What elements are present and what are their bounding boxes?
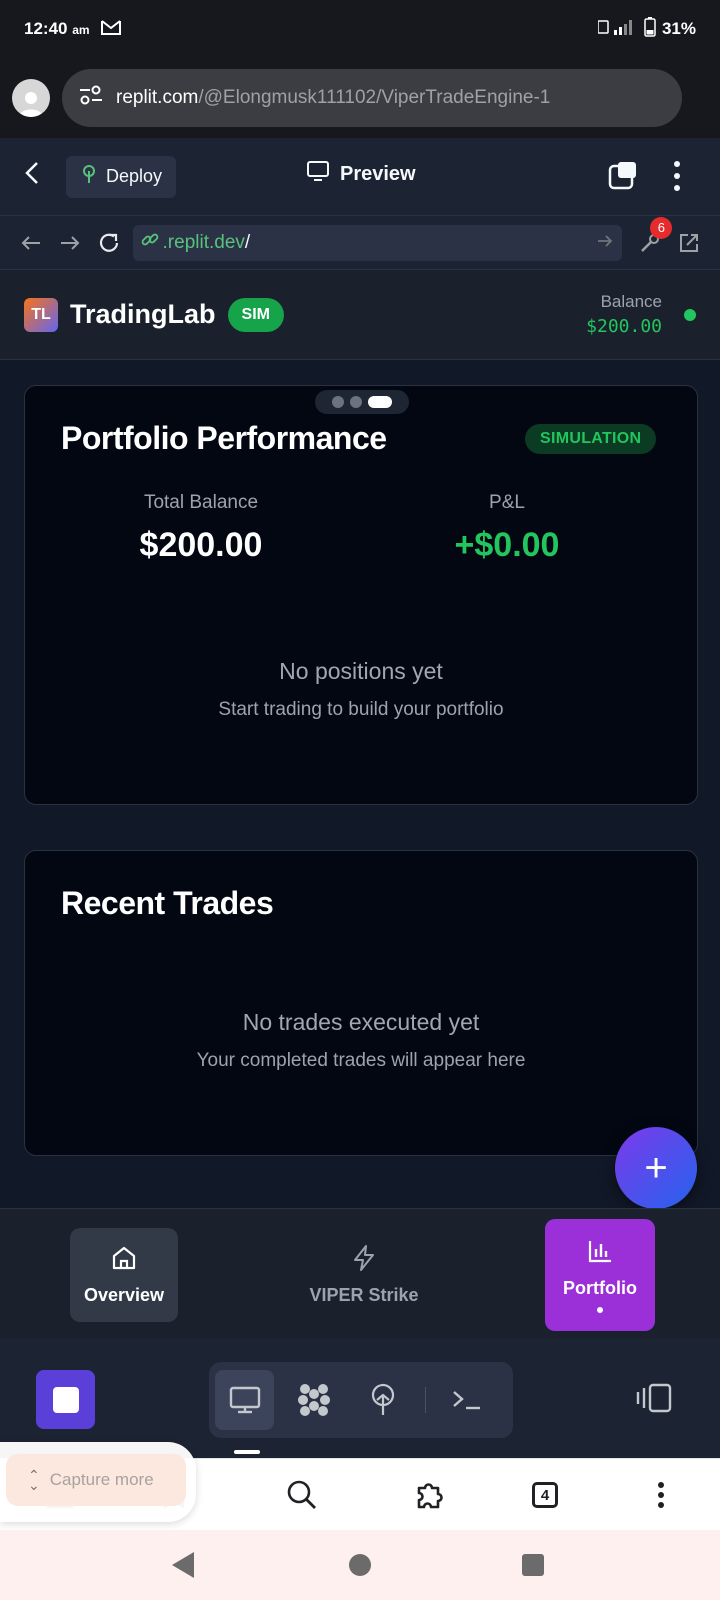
positions-empty-state: No positions yet Start trading to build … xyxy=(25,658,697,721)
preview-label: Preview xyxy=(340,162,416,185)
tab-viper-strike[interactable]: VIPER Strike xyxy=(300,1228,428,1322)
toolbar-indicator xyxy=(234,1450,260,1454)
tradinglab-logo: TL xyxy=(24,297,58,332)
header-balance: Balance $200.00 xyxy=(586,292,662,337)
signal-icon xyxy=(597,18,638,41)
gmail-icon xyxy=(100,18,122,41)
system-recents-icon[interactable] xyxy=(522,1554,544,1576)
pnl-stat: P&L +$0.00 xyxy=(387,492,627,565)
positions-empty-title: No positions yet xyxy=(279,658,443,684)
stop-icon xyxy=(52,1386,79,1413)
positions-empty-subtitle: Start trading to build your portfolio xyxy=(218,699,504,720)
open-external-icon[interactable] xyxy=(669,223,708,263)
url-path: /@Elongmusk111102/ViperTradeEngine-1 xyxy=(198,87,551,108)
deploy-icon xyxy=(80,164,98,189)
deploy-tool-icon[interactable] xyxy=(354,1370,413,1430)
stop-button[interactable] xyxy=(36,1370,95,1429)
webview-url-domain: .replit.dev xyxy=(162,231,245,253)
active-tab-dot xyxy=(597,1307,603,1313)
app-header: TL TradingLab SIM Balance $200.00 xyxy=(0,270,720,360)
capture-more-button[interactable]: ⌃ ⌄ Capture more xyxy=(6,1454,186,1506)
replit-toolbar xyxy=(0,1338,720,1458)
trades-empty-subtitle: Your completed trades will appear here xyxy=(196,1050,526,1071)
replit-header: Deploy Preview xyxy=(0,138,720,216)
home-icon xyxy=(110,1244,138,1277)
tool-divider xyxy=(424,1387,426,1413)
main-content: Portfolio Performance SIMULATION Total B… xyxy=(0,360,720,1209)
link-icon xyxy=(141,231,159,255)
agent-tool-icon[interactable] xyxy=(284,1370,343,1430)
monitor-icon xyxy=(306,160,330,188)
profile-avatar-icon[interactable] xyxy=(12,79,50,117)
status-time: 12:40 am xyxy=(24,19,90,38)
search-icon[interactable] xyxy=(282,1475,322,1515)
capture-more-label: Capture more xyxy=(49,1470,154,1489)
tab-overview[interactable]: Overview xyxy=(70,1228,178,1322)
pnl-value: +$0.00 xyxy=(454,526,560,564)
connection-status-dot xyxy=(684,308,696,321)
app-brand: TradingLab xyxy=(70,299,216,329)
status-right: 31% xyxy=(597,16,696,42)
browser-menu-icon[interactable] xyxy=(641,1475,681,1515)
battery-percent: 31% xyxy=(661,19,696,38)
system-home-icon[interactable] xyxy=(349,1554,371,1576)
devtools-wrench-icon[interactable]: 6 xyxy=(630,216,673,263)
tabs-switcher-icon[interactable] xyxy=(608,160,638,190)
bottom-tab-bar: Overview VIPER Strike Portfolio xyxy=(0,1208,720,1338)
tool-group xyxy=(209,1362,513,1438)
nav-back-icon[interactable] xyxy=(12,223,51,263)
expand-chevrons-icon: ⌃ ⌄ xyxy=(28,1467,40,1493)
panel-toggle-icon[interactable] xyxy=(636,1382,674,1419)
battery-icon xyxy=(644,16,656,42)
browser-toolbar: replit.com/@Elongmusk111102/ViperTradeEn… xyxy=(0,58,720,138)
recent-trades-title: Recent Trades xyxy=(61,885,274,921)
lightning-icon xyxy=(350,1244,378,1277)
webview-navigation: .replit.dev/ 6 xyxy=(0,216,720,270)
capture-more-overlay[interactable]: ⌃ ⌄ Capture more xyxy=(0,1442,196,1522)
webview-url-path: / xyxy=(244,231,251,253)
deploy-button[interactable]: Deploy xyxy=(66,155,177,198)
extensions-puzzle-icon[interactable] xyxy=(409,1475,449,1515)
tab-count-icon[interactable]: 4 xyxy=(525,1475,565,1515)
carousel-indicator[interactable] xyxy=(315,390,409,414)
system-navigation-bar xyxy=(0,1530,720,1600)
simulation-badge: SIMULATION xyxy=(525,424,657,454)
sim-badge: SIM xyxy=(227,297,284,332)
total-balance-stat: Total Balance $200.00 xyxy=(81,492,321,565)
trades-empty-title: No trades executed yet xyxy=(242,1009,480,1035)
portfolio-performance-card: Portfolio Performance SIMULATION Total B… xyxy=(24,385,698,805)
tab-viper-label: VIPER Strike xyxy=(309,1285,419,1305)
bar-chart-icon xyxy=(586,1237,614,1270)
tab-count: 4 xyxy=(532,1482,558,1508)
address-bar[interactable]: replit.com/@Elongmusk111102/ViperTradeEn… xyxy=(62,69,682,127)
pnl-label: P&L xyxy=(489,492,525,513)
status-bar: 12:40 am 31% xyxy=(0,0,720,58)
recent-trades-card: Recent Trades No trades executed yet You… xyxy=(24,850,698,1156)
preview-tool-monitor-icon[interactable] xyxy=(215,1370,275,1430)
reload-icon[interactable] xyxy=(90,223,129,263)
total-balance-value: $200.00 xyxy=(139,526,263,564)
shell-terminal-icon[interactable] xyxy=(438,1370,497,1430)
balance-label: Balance xyxy=(600,292,662,311)
portfolio-title: Portfolio Performance xyxy=(61,420,387,456)
deploy-label: Deploy xyxy=(106,166,163,186)
back-chevron-icon[interactable] xyxy=(22,160,62,193)
more-options-icon[interactable] xyxy=(660,158,694,194)
tab-portfolio[interactable]: Portfolio xyxy=(545,1219,655,1331)
devtools-badge: 6 xyxy=(650,216,673,239)
plus-icon: + xyxy=(644,1145,668,1190)
url-host: replit.com xyxy=(116,87,199,108)
balance-value: $200.00 xyxy=(586,316,662,337)
preview-title[interactable]: Preview xyxy=(306,160,416,188)
go-arrow-icon[interactable] xyxy=(596,232,614,254)
site-settings-icon[interactable] xyxy=(78,85,104,111)
nav-forward-icon[interactable] xyxy=(51,223,90,263)
webview-url-field[interactable]: .replit.dev / xyxy=(132,224,623,261)
tab-overview-label: Overview xyxy=(83,1285,165,1305)
total-balance-label: Total Balance xyxy=(143,492,259,513)
tab-portfolio-label: Portfolio xyxy=(563,1278,637,1298)
system-back-icon[interactable] xyxy=(172,1552,194,1578)
new-trade-fab-button[interactable]: + xyxy=(615,1127,697,1209)
trades-empty-state: No trades executed yet Your completed tr… xyxy=(25,1009,697,1072)
